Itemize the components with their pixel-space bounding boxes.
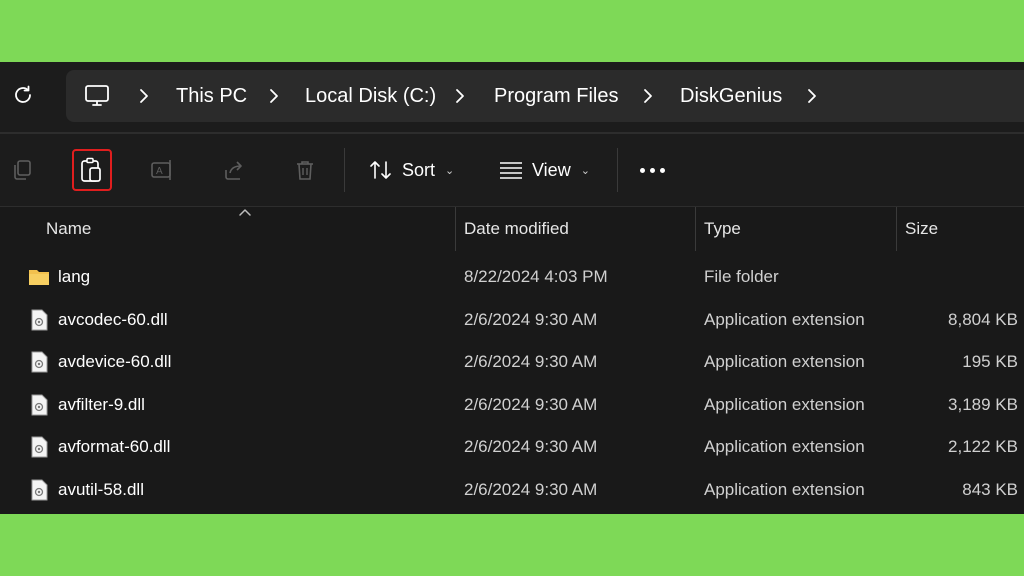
- copy-icon: [14, 160, 31, 180]
- view-label: View: [532, 159, 571, 180]
- file-type: Application extension: [704, 394, 865, 414]
- file-row[interactable]: avcodec-60.dll 2/6/2024 9:30 AM Applicat…: [0, 300, 1024, 343]
- file-size: 195 KB: [962, 352, 1018, 372]
- more-dot-icon: [640, 168, 645, 173]
- chevron-down-icon: ⌄: [445, 164, 455, 177]
- file-type: Application extension: [704, 479, 865, 499]
- copy-button[interactable]: [2, 150, 42, 190]
- dll-file-icon: [31, 309, 48, 331]
- file-date: 2/6/2024 9:30 AM: [464, 479, 598, 499]
- file-type: Application extension: [704, 309, 865, 329]
- column-divider[interactable]: [455, 207, 456, 251]
- breadcrumb-program-files[interactable]: Program Files: [494, 84, 618, 108]
- share-icon: [225, 161, 242, 180]
- file-date: 2/6/2024 9:30 AM: [464, 309, 598, 329]
- column-name[interactable]: Name: [46, 219, 91, 239]
- file-size: 8,804 KB: [948, 309, 1018, 329]
- file-type: Application extension: [704, 437, 865, 457]
- chevron-down-icon: ⌄: [580, 164, 590, 177]
- view-button[interactable]: View ⌄: [498, 152, 590, 188]
- file-name: avcodec-60.dll: [58, 309, 168, 329]
- rename-button[interactable]: A: [143, 150, 183, 190]
- file-type: File folder: [704, 267, 779, 286]
- file-row[interactable]: avdevice-60.dll 2/6/2024 9:30 AM Applica…: [0, 342, 1024, 385]
- file-row[interactable]: avformat-60.dll 2/6/2024 9:30 AM Applica…: [0, 427, 1024, 470]
- command-bar: A Sort ⌄ View ⌄: [0, 134, 1024, 206]
- toolbar-divider: [617, 148, 618, 192]
- this-pc-icon[interactable]: [84, 84, 110, 108]
- rename-icon: A: [151, 160, 171, 180]
- breadcrumb-diskgenius[interactable]: DiskGenius: [680, 84, 782, 108]
- file-date: 2/6/2024 9:30 AM: [464, 437, 598, 457]
- address-row: This PC Local Disk (C:) Program Files Di…: [0, 62, 1024, 132]
- column-header: Name Date modified Type Size: [0, 207, 1024, 251]
- more-dot-icon: [650, 168, 655, 173]
- file-type: Application extension: [704, 352, 865, 372]
- file-date: 2/6/2024 9:30 AM: [464, 394, 598, 414]
- column-size[interactable]: Size: [905, 219, 938, 239]
- toolbar-divider: [344, 148, 345, 192]
- file-name: avformat-60.dll: [58, 437, 171, 457]
- paste-icon: [81, 157, 101, 182]
- chevron-right-icon[interactable]: [806, 88, 818, 104]
- column-divider[interactable]: [896, 207, 897, 251]
- sort-label: Sort: [402, 159, 436, 180]
- folder-icon: [29, 270, 49, 285]
- chevron-right-icon[interactable]: [642, 88, 654, 104]
- file-list: lang 8/22/2024 4:03 PM File folder avcod…: [0, 257, 1024, 513]
- sort-icon: [370, 161, 391, 179]
- file-row[interactable]: avutil-58.dll 2/6/2024 9:30 AM Applicati…: [0, 470, 1024, 513]
- file-size: 2,122 KB: [948, 437, 1018, 457]
- file-explorer-window: This PC Local Disk (C:) Program Files Di…: [0, 62, 1024, 514]
- column-date-modified[interactable]: Date modified: [464, 219, 569, 239]
- file-date: 8/22/2024 4:03 PM: [464, 267, 608, 286]
- dll-file-icon: [31, 479, 48, 501]
- dll-file-icon: [31, 394, 48, 416]
- dll-file-icon: [31, 351, 48, 373]
- refresh-icon: [15, 85, 31, 103]
- file-date: 2/6/2024 9:30 AM: [464, 352, 598, 372]
- breadcrumb-local-disk[interactable]: Local Disk (C:): [305, 84, 436, 108]
- more-options-button[interactable]: [640, 168, 665, 173]
- column-divider[interactable]: [695, 207, 696, 251]
- file-size: 3,189 KB: [948, 394, 1018, 414]
- chevron-right-icon[interactable]: [138, 88, 150, 104]
- column-type[interactable]: Type: [704, 219, 741, 239]
- paste-button[interactable]: [72, 149, 112, 191]
- more-dot-icon: [660, 168, 665, 173]
- file-row[interactable]: avfilter-9.dll 2/6/2024 9:30 AM Applicat…: [0, 385, 1024, 428]
- chevron-right-icon[interactable]: [454, 88, 466, 104]
- breadcrumb-this-pc[interactable]: This PC: [176, 84, 247, 108]
- trash-icon: [297, 161, 313, 180]
- file-row[interactable]: lang 8/22/2024 4:03 PM File folder: [0, 257, 1024, 300]
- file-name: avutil-58.dll: [58, 479, 144, 499]
- refresh-button[interactable]: [10, 82, 36, 108]
- file-name: avfilter-9.dll: [58, 394, 145, 414]
- svg-text:A: A: [156, 166, 163, 177]
- share-button[interactable]: [214, 150, 254, 190]
- address-bar[interactable]: This PC Local Disk (C:) Program Files Di…: [66, 70, 1024, 122]
- dll-file-icon: [31, 436, 48, 458]
- file-name: lang: [58, 267, 91, 286]
- view-list-icon: [500, 162, 522, 179]
- file-name: avdevice-60.dll: [58, 352, 172, 372]
- delete-button[interactable]: [285, 150, 325, 190]
- sort-ascending-icon: [239, 209, 251, 216]
- chevron-right-icon[interactable]: [268, 88, 280, 104]
- sort-button[interactable]: Sort ⌄: [368, 152, 454, 188]
- file-size: 843 KB: [962, 479, 1018, 499]
